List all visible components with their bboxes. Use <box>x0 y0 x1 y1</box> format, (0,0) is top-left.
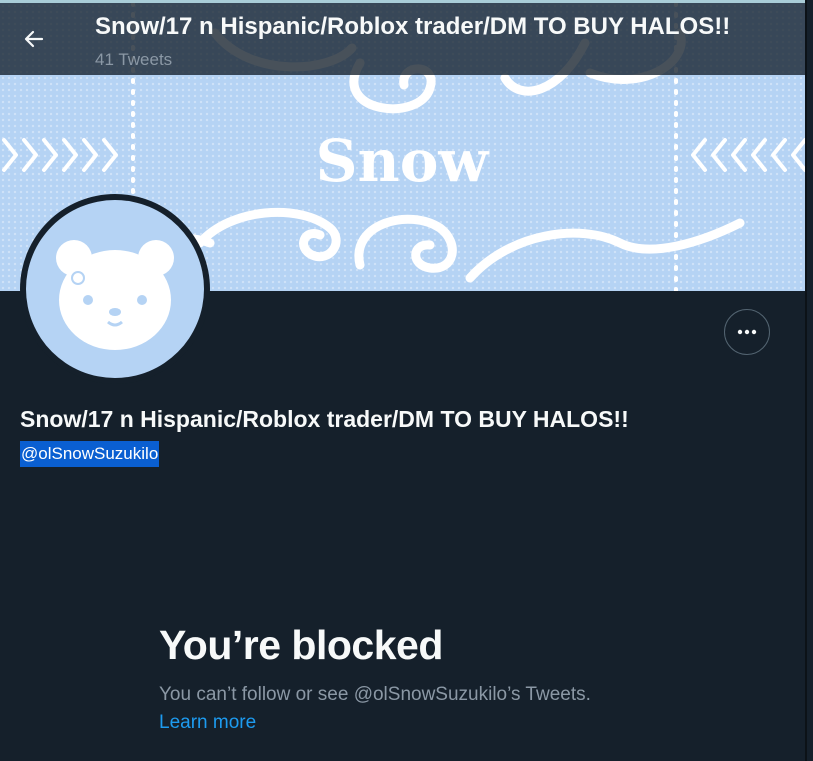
avatar-image <box>26 200 204 378</box>
arrow-left-icon <box>24 30 44 48</box>
profile-header-bar: Snow/17 n Hispanic/Roblox trader/DM TO B… <box>0 3 805 75</box>
header-title: Snow/17 n Hispanic/Roblox trader/DM TO B… <box>95 13 731 40</box>
profile-handle: @olSnowSuzukilo <box>20 441 160 467</box>
tweet-count: 41 Tweets <box>95 50 173 69</box>
back-button[interactable] <box>14 19 54 59</box>
blocked-title: You’re blocked <box>159 622 443 668</box>
profile-avatar[interactable] <box>20 194 210 384</box>
more-options-button[interactable] <box>724 309 770 355</box>
blocked-message: You can’t follow or see @olSnowSuzukilo’… <box>159 684 591 705</box>
bottom-swirl-decoration <box>135 207 745 283</box>
left-chevrons-decoration <box>2 138 118 172</box>
learn-more-link[interactable]: Learn more <box>159 712 256 734</box>
banner-text: Snow <box>316 127 491 195</box>
right-chevrons-decoration <box>691 138 805 172</box>
bear-face-icon <box>56 240 174 350</box>
more-horizontal-icon <box>737 329 757 335</box>
right-gutter <box>807 0 813 761</box>
profile-display-name: Snow/17 n Hispanic/Roblox trader/DM TO B… <box>20 406 629 432</box>
